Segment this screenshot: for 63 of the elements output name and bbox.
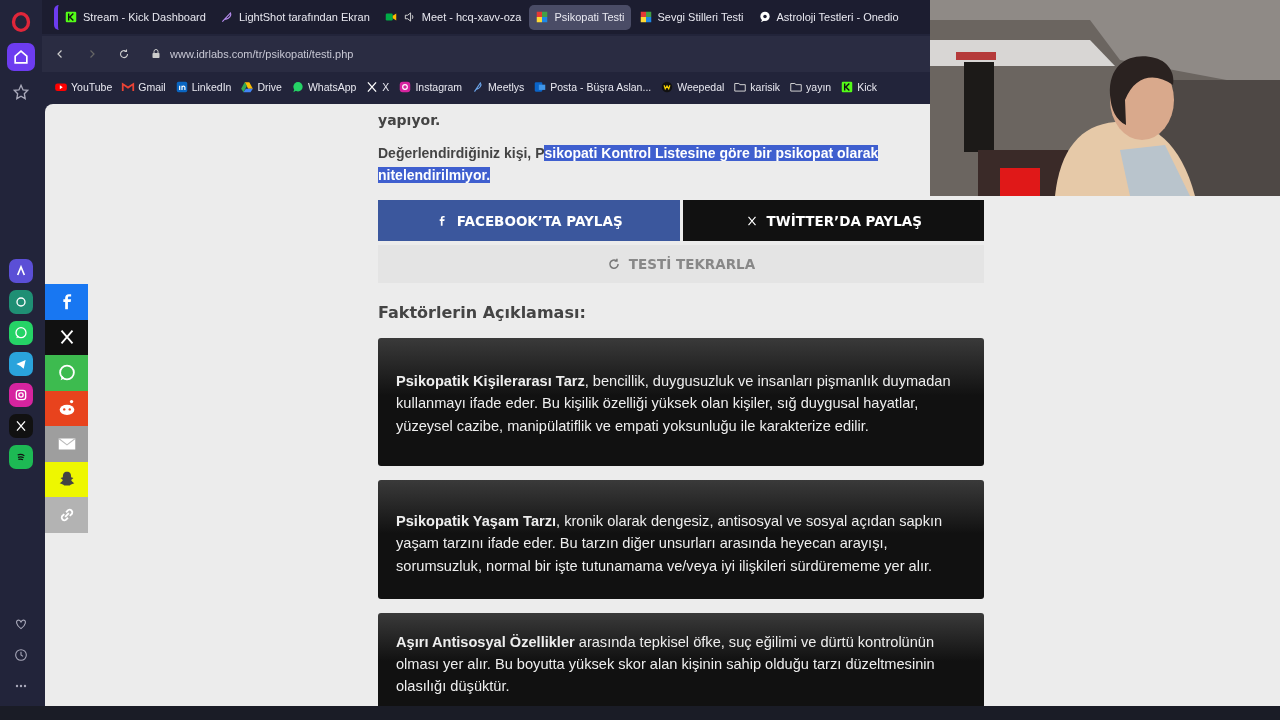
- reddit-share-button[interactable]: [45, 390, 88, 426]
- opera-logo-icon: [11, 12, 31, 32]
- bookmark[interactable]: yayın: [789, 80, 832, 94]
- bookmark[interactable]: X: [365, 80, 390, 94]
- bookmark[interactable]: Gmail: [121, 80, 166, 94]
- browser-tab[interactable]: Psikopati Testi: [529, 4, 631, 30]
- drive-icon: [240, 80, 255, 94]
- speech-bubble-icon: [757, 10, 772, 24]
- x-logo-share-button[interactable]: [45, 319, 88, 355]
- bookmark[interactable]: Weepedal: [660, 80, 725, 94]
- browser-tab[interactable]: Stream - Kick Dashboard: [54, 4, 212, 30]
- linkedin-icon: [174, 80, 189, 94]
- sidebar-button[interactable]: [7, 43, 35, 71]
- bookmark[interactable]: WhatsApp: [290, 80, 357, 94]
- whatsapp-icon[interactable]: [9, 321, 33, 345]
- aria-icon[interactable]: [9, 259, 33, 283]
- whatsapp-icon: [290, 80, 305, 94]
- colored-squares-icon: [535, 10, 550, 24]
- bookmark[interactable]: karisik: [733, 80, 781, 94]
- x-logo-icon[interactable]: [9, 414, 33, 438]
- colored-squares-icon: [638, 10, 653, 24]
- browser-tab[interactable]: Astroloji Testleri - Onedio: [751, 4, 905, 30]
- result-text: Değerlendirdiğiniz kişi, Psikopati Kontrol Listesine göre bir psikopat olarak nitelendirilmiyor.: [378, 144, 880, 185]
- folder-icon: [733, 80, 748, 94]
- paragraph-text: yapıyor.: [378, 112, 442, 128]
- lock-icon: [150, 48, 162, 60]
- kick-icon: [840, 80, 855, 94]
- folder-icon: [789, 80, 804, 94]
- bookmark[interactable]: Instagram: [398, 80, 463, 94]
- weepedal-icon: [660, 80, 675, 94]
- bookmark[interactable]: LinkedIn: [174, 80, 232, 94]
- browser-tab[interactable]: LightShot tarafından Ekran: [213, 4, 376, 30]
- x-share-button[interactable]: TWİTTER’DA PAYLAŞ: [682, 200, 984, 241]
- factor-card: Psikopatik Yaşam Tarzı, kronik olarak dengesiz, antisosyal ve sosyal açıdan sapkın yaşam tarzını ifade eder. Bu tarzın diğer unsurları arasında heyecan arayışı, sorumsuzluk, normal bir işte tutunamama ve/veya iyi ilişkileri sürdürememe yer alır.: [378, 480, 984, 599]
- section-heading: Faktörlerin Açıklaması:: [378, 303, 587, 322]
- browser-tab[interactable]: Meet - hcq-xavv-oza: [377, 4, 528, 30]
- feather-icon: [219, 10, 234, 24]
- bookmark[interactable]: YouTube: [54, 80, 113, 94]
- instagram-icon: [398, 80, 413, 94]
- reload-icon[interactable]: [118, 48, 130, 60]
- url-field[interactable]: www.idrlabs.com/tr/psikopati/testi.php: [170, 48, 354, 60]
- facebook-share-button[interactable]: [45, 284, 88, 320]
- history-icon[interactable]: [13, 647, 29, 663]
- reload-icon: [606, 257, 621, 271]
- factor-card: Psikopatik Kişilerarası Tarz, bencillik, duygusuzluk ve insanları pişmanlık duymadan kullanmayı ifade eder. Bu kişilik özelliği yüksek olan kişiler, sığ duygusal hayatlar, yüzeysel cazibe, manipülatiflik ve empati yoksunluğu ile karakterize edilir.: [378, 338, 984, 466]
- ghost-share-button[interactable]: [45, 461, 88, 497]
- mail-app-icon: [533, 80, 548, 94]
- bookmark[interactable]: Kick: [840, 80, 878, 94]
- bookmark[interactable]: Posta - Büşra Aslan...: [533, 80, 652, 94]
- telegram-icon[interactable]: [9, 352, 33, 376]
- home-icon: [11, 47, 31, 67]
- spotify-icon[interactable]: [9, 445, 33, 469]
- heart-icon[interactable]: [13, 616, 29, 632]
- chat-assistant-icon[interactable]: [9, 290, 33, 314]
- facebook-share-button[interactable]: FACEBOOK’TA PAYLAŞ: [378, 200, 680, 241]
- instagram-icon[interactable]: [9, 383, 33, 407]
- kick-icon: [64, 10, 78, 24]
- star-icon: [11, 82, 31, 102]
- factor-card: Aşırı Antisosyal Özellikler arasında tepkisel öfke, suç eğilimi ve dürtü kontrolünün olması yer alır. Bu boyutta yüksek skor alan kişinin sahip olduğu tarzı düzeltmesinin olasılığı düşüktür.: [378, 612, 984, 706]
- gmail-icon: [121, 80, 136, 94]
- browser-tab[interactable]: Sevgi Stilleri Testi: [632, 4, 750, 30]
- bookmark[interactable]: Drive: [240, 80, 282, 94]
- bookmark[interactable]: Meetlys: [471, 80, 525, 94]
